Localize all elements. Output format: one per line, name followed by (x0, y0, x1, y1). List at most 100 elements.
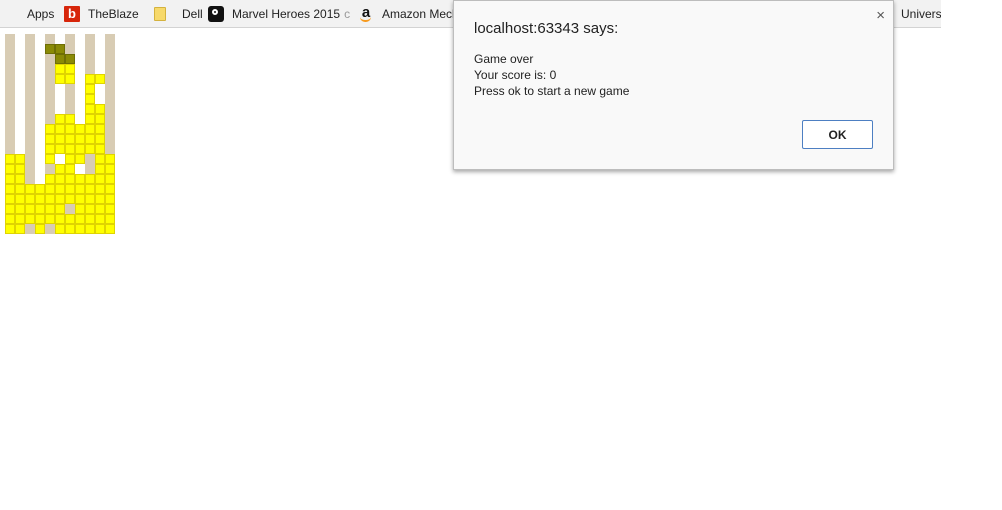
filled-block (85, 144, 95, 154)
filled-block (5, 164, 15, 174)
dialog-title: localhost:63343 says: (474, 20, 619, 37)
filled-block (75, 144, 85, 154)
filled-block (95, 124, 105, 134)
bookmark-label: Amazon Mech (382, 7, 459, 21)
close-icon[interactable]: × (876, 8, 885, 24)
filled-block (75, 194, 85, 204)
message-line-game-over: Game over (474, 52, 534, 66)
filled-block (105, 164, 115, 174)
filled-block (55, 214, 65, 224)
filled-block (55, 74, 65, 84)
ok-button[interactable]: OK (802, 120, 873, 149)
filled-block (15, 164, 25, 174)
filled-block (95, 214, 105, 224)
filled-block (35, 184, 45, 194)
filled-block (85, 84, 95, 94)
bookmark-label: Marvel Heroes 2015 (232, 7, 341, 21)
filled-block (75, 134, 85, 144)
filled-block (85, 174, 95, 184)
filled-block (65, 214, 75, 224)
filled-block (35, 194, 45, 204)
filled-block (55, 114, 65, 124)
filled-block (95, 224, 105, 234)
filled-block (105, 174, 115, 184)
filled-block (75, 124, 85, 134)
falling-piece-block (55, 44, 65, 54)
game-board (5, 34, 115, 234)
filled-block (105, 204, 115, 214)
filled-block (55, 144, 65, 154)
filled-block (85, 214, 95, 224)
filled-block (45, 184, 55, 194)
filled-block (25, 184, 35, 194)
filled-block (55, 134, 65, 144)
bookmark-amazon[interactable]: a Amazon Mech (358, 0, 459, 27)
bookmark-theblaze[interactable]: b TheBlaze (64, 0, 139, 27)
falling-piece-block (65, 54, 75, 64)
filled-block (95, 164, 105, 174)
bookmark-label: Univers (901, 7, 941, 21)
filled-block (85, 104, 95, 114)
filled-block (55, 184, 65, 194)
apps-grid-icon (3, 6, 19, 22)
filled-block (95, 144, 105, 154)
filled-block (85, 224, 95, 234)
filled-block (45, 144, 55, 154)
filled-block (55, 204, 65, 214)
filled-block (5, 154, 15, 164)
filled-block (75, 174, 85, 184)
bookmark-dell[interactable]: Dell (152, 0, 203, 27)
filled-block (95, 104, 105, 114)
filled-block (75, 204, 85, 214)
filled-block (35, 224, 45, 234)
filled-block (55, 174, 65, 184)
filled-block (95, 194, 105, 204)
filled-block (55, 224, 65, 234)
alert-dialog: localhost:63343 says: × Game over Your s… (453, 0, 894, 170)
filled-block (15, 184, 25, 194)
filled-block (45, 174, 55, 184)
filled-block (45, 134, 55, 144)
filled-block (5, 174, 15, 184)
filled-block (5, 224, 15, 234)
filled-block (95, 114, 105, 124)
filled-block (85, 204, 95, 214)
bookmark-univers[interactable]: Univers (901, 0, 941, 27)
filled-block (85, 184, 95, 194)
filled-block (5, 214, 15, 224)
bookmark-apps[interactable]: Apps (3, 0, 54, 27)
filled-block (65, 114, 75, 124)
filled-block (5, 194, 15, 204)
theblaze-icon: b (64, 6, 80, 22)
bookmark-marvel-heroes[interactable]: Marvel Heroes 2015 c (208, 0, 351, 27)
filled-block (5, 184, 15, 194)
amazon-icon: a (358, 5, 374, 22)
filled-block (15, 224, 25, 234)
filled-block (95, 204, 105, 214)
filled-block (35, 214, 45, 224)
bookmark-label: Dell (182, 7, 203, 21)
folder-icon (154, 7, 166, 21)
message-line-score: Your score is: 0 (474, 68, 557, 82)
falling-piece-block (45, 44, 55, 54)
filled-block (105, 154, 115, 164)
filled-block (65, 74, 75, 84)
bookmark-label-overflow: c (344, 7, 351, 21)
filled-block (95, 134, 105, 144)
filled-block (65, 184, 75, 194)
filled-block (95, 154, 105, 164)
filled-block (65, 144, 75, 154)
filled-block (105, 214, 115, 224)
filled-block (65, 174, 75, 184)
filled-block (105, 224, 115, 234)
filled-block (5, 204, 15, 214)
filled-block (85, 124, 95, 134)
filled-block (75, 184, 85, 194)
filled-block (45, 214, 55, 224)
filled-block (105, 184, 115, 194)
filled-block (75, 224, 85, 234)
filled-block (55, 124, 65, 134)
filled-block (85, 74, 95, 84)
filled-block (15, 214, 25, 224)
filled-block (45, 204, 55, 214)
